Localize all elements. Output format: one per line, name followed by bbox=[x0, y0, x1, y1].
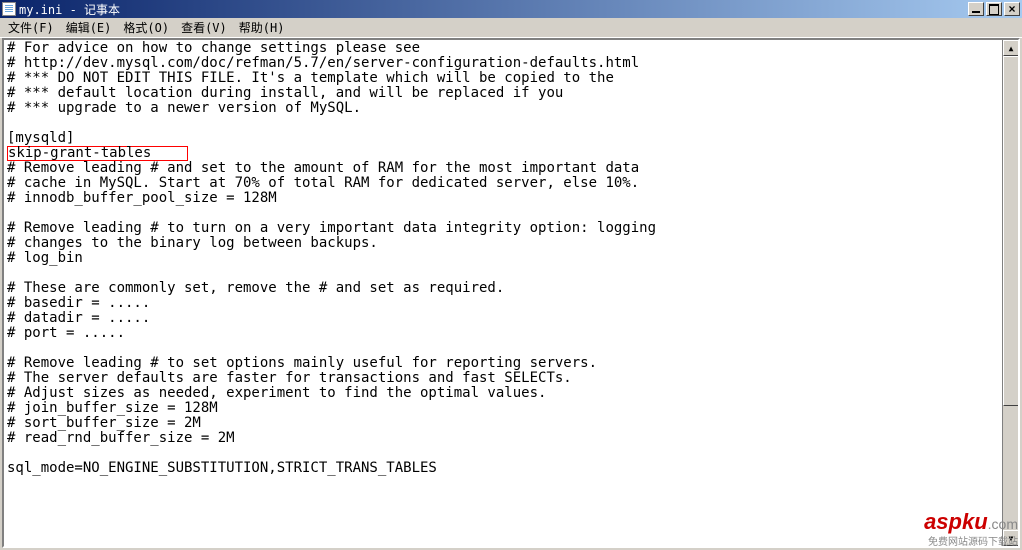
menu-file[interactable]: 文件(F) bbox=[2, 17, 60, 38]
app-icon bbox=[2, 2, 16, 16]
editor-textarea[interactable]: # For advice on how to change settings p… bbox=[4, 40, 1002, 546]
scroll-thumb[interactable] bbox=[1003, 56, 1019, 406]
window-title: my.ini - 记事本 bbox=[19, 1, 968, 18]
menu-help[interactable]: 帮助(H) bbox=[233, 17, 291, 38]
menu-view[interactable]: 查看(V) bbox=[175, 17, 233, 38]
scroll-up-button[interactable] bbox=[1003, 40, 1019, 56]
minimize-button[interactable] bbox=[968, 2, 984, 16]
menu-format[interactable]: 格式(O) bbox=[117, 17, 175, 38]
maximize-button[interactable] bbox=[986, 2, 1002, 16]
scroll-down-button[interactable] bbox=[1003, 530, 1019, 546]
vertical-scrollbar[interactable] bbox=[1002, 40, 1018, 546]
close-button[interactable] bbox=[1004, 2, 1020, 16]
titlebar: my.ini - 记事本 bbox=[0, 0, 1022, 18]
menubar: 文件(F) 编辑(E) 格式(O) 查看(V) 帮助(H) bbox=[0, 18, 1022, 38]
highlighted-config-line: skip-grant-tables bbox=[7, 146, 188, 161]
menu-edit[interactable]: 编辑(E) bbox=[60, 17, 118, 38]
window-controls bbox=[968, 2, 1020, 16]
editor-frame: # For advice on how to change settings p… bbox=[2, 38, 1020, 548]
